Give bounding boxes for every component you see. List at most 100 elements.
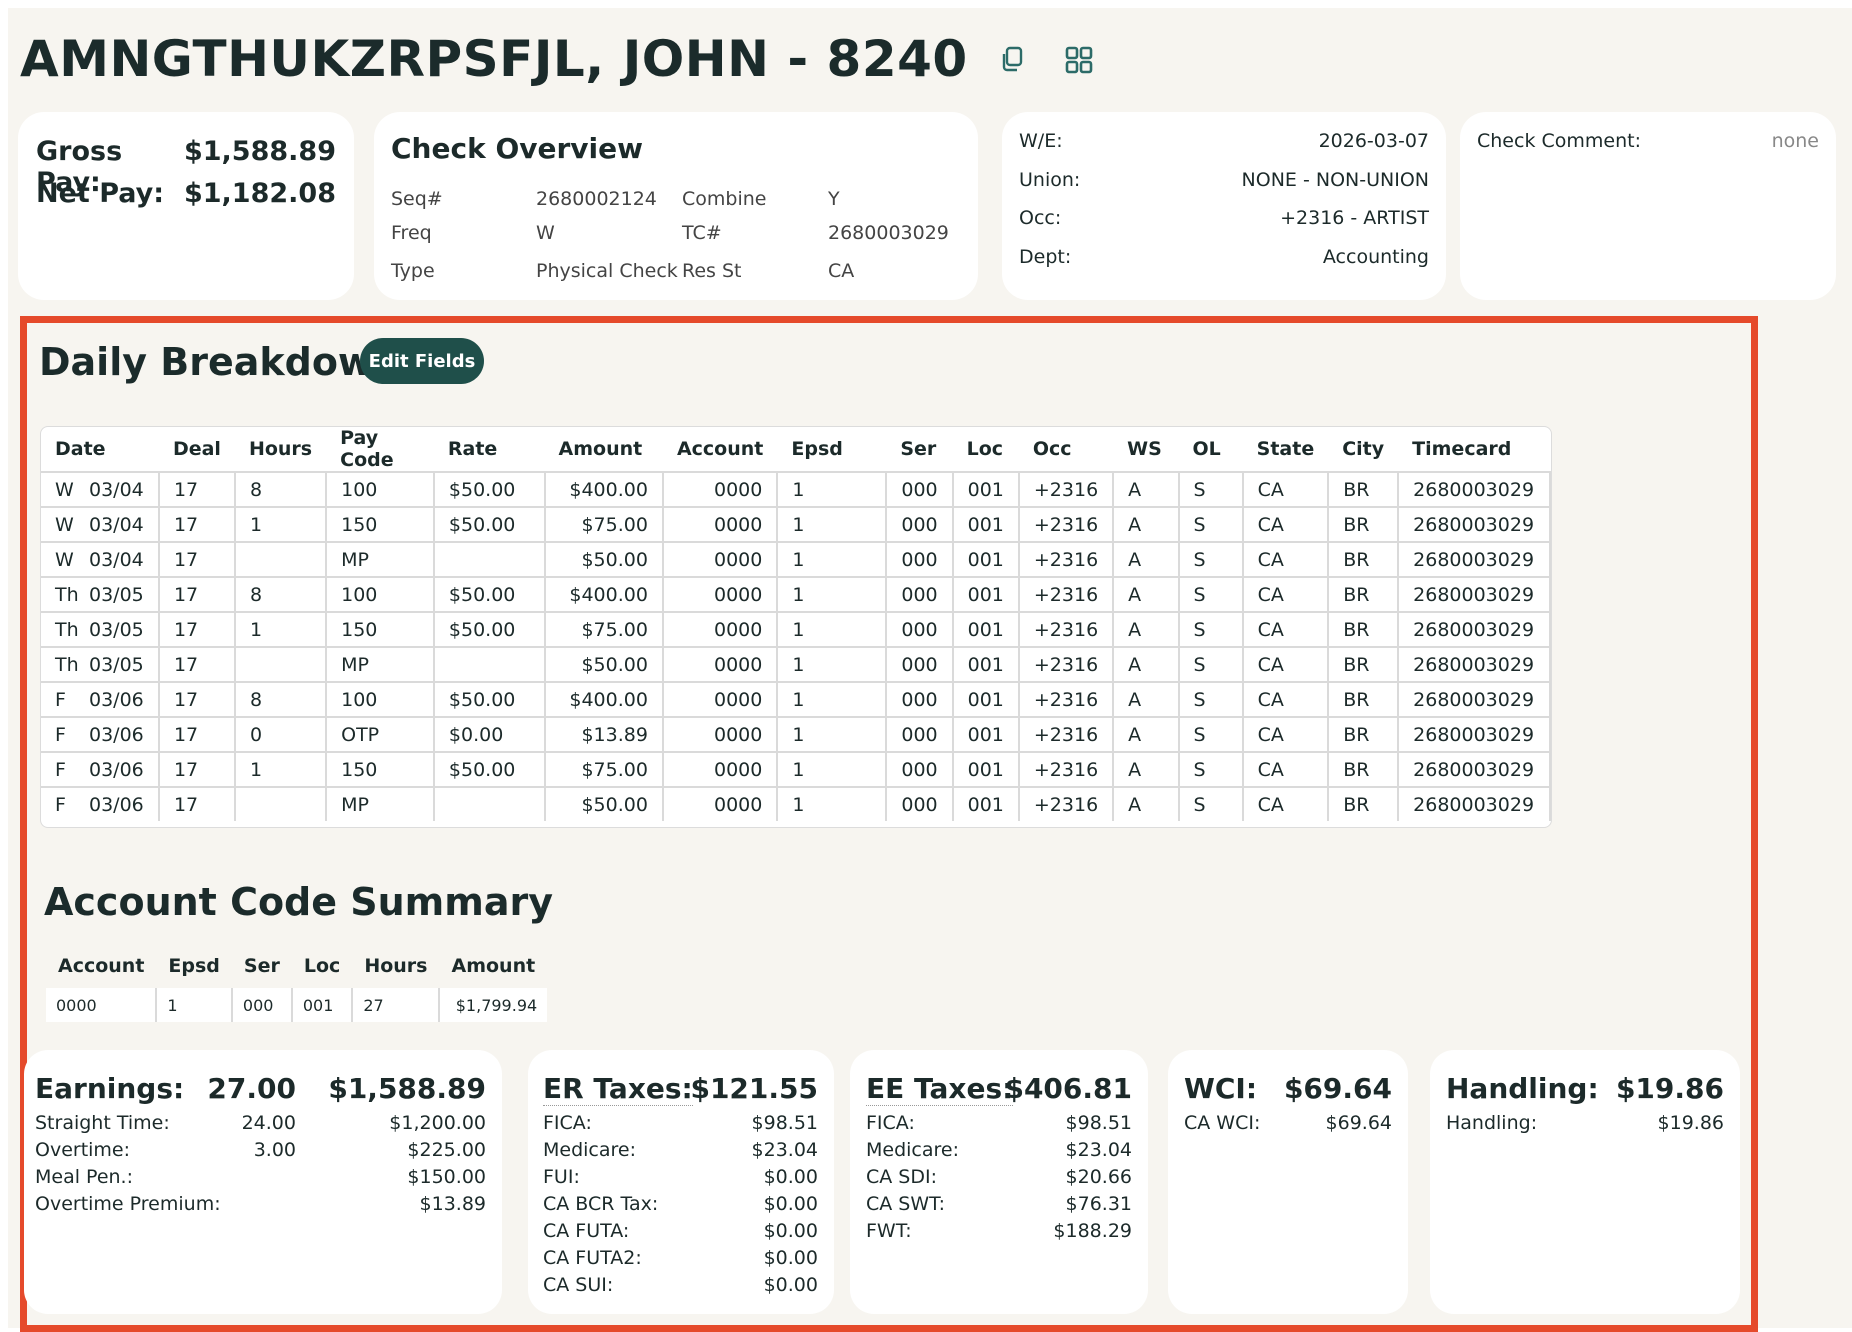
overtime-premium-amount: $13.89	[419, 1193, 486, 1215]
union-label: Union:	[1019, 169, 1081, 191]
overtime-hours: 3.00	[253, 1139, 296, 1161]
date-cell: W 03/04	[41, 506, 160, 542]
loc-cell: 001	[952, 751, 1020, 787]
table-row: 0000 1 000 001 27 $1,799.94	[46, 988, 547, 1022]
ee-ca-sdi-amount: $20.66	[1065, 1166, 1132, 1188]
hours-cell: 8	[234, 681, 328, 717]
occ-cell: +2316	[1018, 576, 1115, 612]
ws-cell: A	[1113, 471, 1180, 507]
ser-cell: 000	[886, 646, 954, 682]
ol-cell: S	[1178, 506, 1244, 542]
day-date: 03/04	[89, 513, 144, 536]
loc-cell: 001	[952, 681, 1020, 717]
epsd-cell: 1	[777, 576, 888, 612]
timecard-cell: 2680003029	[1398, 681, 1551, 717]
state-cell: CA	[1242, 611, 1330, 647]
table-row: Th 03/05 17 8 100 $50.00 $400.00 0000 1 000 001 +23…	[41, 576, 1551, 612]
ee-taxes-amount: $406.81	[1004, 1072, 1132, 1105]
ol-cell: S	[1178, 576, 1244, 612]
ee-medicare-label: Medicare:	[866, 1139, 959, 1161]
account-header-row: Account Epsd Ser Loc Hours Amount	[46, 944, 548, 988]
qr-code-icon[interactable]	[1064, 45, 1093, 74]
table-row: F 03/06 17 1 150 $50.00 $75.00 0000 1 000 001 +2316…	[41, 751, 1551, 787]
ca-wci-amount: $69.64	[1325, 1112, 1392, 1134]
occ-row: Occ: +2316 - ARTIST	[1019, 207, 1429, 229]
hours-cell: 0	[234, 716, 328, 752]
day-date: 03/06	[89, 793, 144, 816]
deal-cell: 17	[158, 716, 236, 752]
amount-cell: $13.89	[544, 716, 664, 752]
ws-cell: A	[1113, 681, 1180, 717]
page-title: AMNGTHUKZRPSFJL, JOHN - 8240	[20, 30, 968, 88]
day-date: 03/04	[89, 478, 144, 501]
deal-cell: 17	[158, 471, 236, 507]
epsd-cell: 1	[777, 506, 888, 542]
meal-pen-amount: $150.00	[407, 1166, 486, 1188]
account-cell: 0000	[662, 506, 779, 542]
pay-code-cell: 150	[326, 611, 435, 647]
pay-code-cell: 150	[326, 751, 435, 787]
earnings-card: Earnings: 27.00 $1,588.89 Straight Time:…	[24, 1050, 502, 1314]
pay-code-cell: 100	[326, 681, 435, 717]
deal-cell: 17	[158, 646, 236, 682]
job-info-card: W/E: 2026-03-07 Union: NONE - NON-UNION …	[1002, 112, 1446, 300]
city-col-header: City	[1342, 438, 1385, 460]
rate-col-header: Rate	[447, 438, 498, 460]
earnings-label: Earnings:	[35, 1072, 185, 1105]
epsd-cell: 1	[777, 681, 888, 717]
ws-cell: A	[1113, 751, 1180, 787]
straight-time-amount: $1,200.00	[389, 1112, 486, 1134]
daily-table: Date Deal Hours Pay Code Rate Amount Account Ep…	[41, 427, 1551, 821]
day-date: 03/06	[89, 688, 144, 711]
account-cell: 0000	[662, 786, 779, 821]
state-cell: CA	[1242, 541, 1330, 577]
date-cell: F 03/06	[41, 751, 160, 787]
epsd-col-header: Epsd	[791, 438, 843, 460]
weekday: W	[55, 478, 74, 501]
loc-cell: 001	[291, 988, 354, 1022]
rate-cell: $0.00	[433, 716, 546, 752]
amount-cell: $1,799.94	[455, 995, 538, 1015]
weekday: W	[55, 513, 74, 536]
amount-cell: $75.00	[544, 611, 664, 647]
amount-col-header: Amount	[439, 944, 548, 988]
handling-line-amount: $19.86	[1657, 1112, 1724, 1134]
city-cell: BR	[1328, 506, 1400, 542]
we-label: W/E:	[1019, 130, 1063, 152]
weekday: F	[55, 723, 66, 746]
er-ca-sui-label: CA SUI:	[543, 1274, 614, 1296]
account-col-header: Account	[676, 438, 764, 460]
ol-cell: S	[1178, 751, 1244, 787]
ol-cell: S	[1178, 681, 1244, 717]
pay-code-cell: 100	[326, 576, 435, 612]
rate-cell	[433, 646, 546, 682]
weekday: F	[55, 688, 66, 711]
er-taxes-label: ER Taxes:	[543, 1072, 693, 1106]
epsd-cell: 1	[777, 471, 888, 507]
state-cell: CA	[1242, 716, 1330, 752]
pay-code-cell: OTP	[326, 716, 435, 752]
account-cell: 0000	[662, 541, 779, 577]
occ-cell: +2316	[1018, 541, 1115, 577]
pay-summary-card: Gross Pay: $1,588.89 Net Pay: $1,182.08	[18, 112, 354, 300]
weekday: Th	[55, 583, 79, 606]
account-cell: 0000	[662, 471, 779, 507]
hours-col-header: Hours	[352, 944, 440, 988]
tc-value: 2680003029	[828, 222, 949, 244]
payroll-check-detail: AMNGTHUKZRPSFJL, JOHN - 8240 Gross Pay: …	[8, 8, 1852, 1332]
net-pay-label: Net Pay:	[36, 178, 165, 209]
wci-amount: $69.64	[1283, 1072, 1392, 1105]
epsd-col-header: Epsd	[156, 944, 232, 988]
hours-col-header: Hours	[248, 438, 313, 460]
seq-label: Seq#	[391, 188, 443, 210]
ee-medicare-amount: $23.04	[1065, 1139, 1132, 1161]
copy-icon[interactable]	[998, 45, 1026, 73]
table-row: F 03/06 17 0 OTP $0.00 $13.89 0000 1 000 001 +2316 A…	[41, 716, 1551, 752]
daily-breakdown-table: Date Deal Hours Pay Code Rate Amount Account Ep…	[40, 426, 1552, 828]
hours-cell	[234, 646, 328, 682]
er-ca-futa-label: CA FUTA:	[543, 1220, 630, 1242]
table-row: Th 03/05 17 MP $50.00 0000 1 000 001 +2316 A S CA BR 2…	[41, 646, 1551, 682]
handling-line-label: Handling:	[1446, 1112, 1538, 1134]
edit-fields-button[interactable]: Edit Fields	[360, 338, 484, 384]
deal-cell: 17	[158, 681, 236, 717]
